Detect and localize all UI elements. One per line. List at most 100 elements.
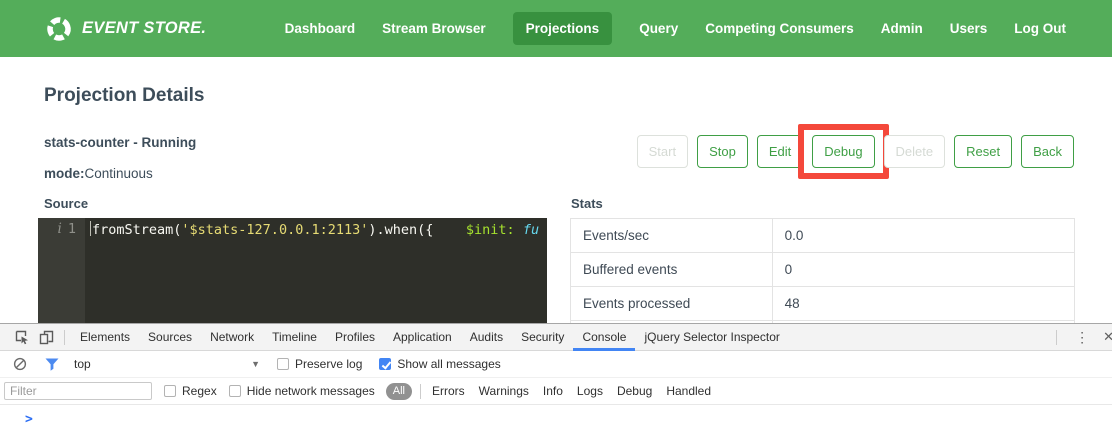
inspect-element-icon[interactable] bbox=[10, 325, 34, 349]
action-buttons: Start Stop Edit Debug Delete Reset Back bbox=[637, 135, 1074, 168]
stat-value: 0 bbox=[772, 253, 1074, 287]
show-all-messages-checkbox[interactable]: Show all messages bbox=[379, 357, 500, 371]
source-section: Source i 1 fromStream('$stats-127.0.0.1:… bbox=[38, 196, 547, 323]
nav-item-users[interactable]: Users bbox=[950, 21, 988, 36]
tab-audits[interactable]: Audits bbox=[461, 324, 512, 351]
nav-item-admin[interactable]: Admin bbox=[881, 21, 923, 36]
stat-value: 0.0 bbox=[772, 219, 1074, 253]
stat-value: 48 bbox=[772, 287, 1074, 321]
regex-checkbox[interactable]: Regex bbox=[164, 384, 217, 398]
mode-value: Continuous bbox=[85, 166, 153, 181]
brand[interactable]: EVENT STORE. bbox=[45, 15, 206, 43]
details-columns: Source i 1 fromStream('$stats-127.0.0.1:… bbox=[38, 196, 1075, 323]
nav-item-dashboard[interactable]: Dashboard bbox=[285, 21, 356, 36]
debug-button[interactable]: Debug bbox=[812, 135, 874, 168]
editor-gutter: i 1 bbox=[38, 218, 85, 323]
tab-sources[interactable]: Sources bbox=[139, 324, 201, 351]
source-heading: Source bbox=[44, 196, 547, 211]
nav-item-competing-consumers[interactable]: Competing Consumers bbox=[705, 21, 854, 36]
prompt-chevron-icon: > bbox=[25, 412, 33, 427]
stat-label: Buffered events bbox=[571, 253, 773, 287]
page-title: Projection Details bbox=[44, 85, 1112, 107]
tab-security[interactable]: Security bbox=[512, 324, 573, 351]
eventstore-logo-icon bbox=[45, 15, 73, 43]
debug-highlight-annotation: Debug bbox=[798, 124, 888, 179]
tab-timeline[interactable]: Timeline bbox=[263, 324, 326, 351]
devtools-menu-icon[interactable]: ⋮ bbox=[1065, 329, 1099, 346]
hide-network-messages-checkbox[interactable]: Hide network messages bbox=[229, 384, 375, 398]
tab-profiles[interactable]: Profiles bbox=[326, 324, 384, 351]
tab-elements[interactable]: Elements bbox=[71, 324, 139, 351]
filter-input[interactable] bbox=[4, 382, 152, 400]
top-navbar: EVENT STORE. Dashboard Stream Browser Pr… bbox=[0, 0, 1112, 57]
divider bbox=[64, 330, 65, 345]
projection-details-page: Projection Details Start Stop Edit Debug… bbox=[0, 57, 1112, 323]
regex-label: Regex bbox=[182, 384, 217, 398]
edit-button[interactable]: Edit bbox=[757, 135, 803, 168]
console-filter-bar: Regex Hide network messages All Errors W… bbox=[0, 378, 1112, 405]
close-icon[interactable]: ✕ bbox=[1101, 329, 1112, 345]
brand-text: EVENT STORE. bbox=[82, 19, 206, 38]
line-number: 1 bbox=[68, 221, 76, 323]
checkbox-unchecked-icon bbox=[229, 385, 241, 397]
code-segment-string: '$stats-127.0.0.1:2113' bbox=[181, 222, 368, 238]
stats-heading: Stats bbox=[571, 196, 1075, 211]
filter-level-info[interactable]: Info bbox=[543, 384, 563, 398]
filter-level-handled[interactable]: Handled bbox=[666, 384, 711, 398]
tab-network[interactable]: Network bbox=[201, 324, 263, 351]
stat-label: Events processed bbox=[571, 287, 773, 321]
code-segment-function: fu bbox=[523, 222, 539, 238]
back-button[interactable]: Back bbox=[1021, 135, 1074, 168]
console-toolbar: top ▼ Preserve log Show all messages bbox=[0, 351, 1112, 378]
filter-level-warnings[interactable]: Warnings bbox=[479, 384, 529, 398]
tab-jquery-selector-inspector[interactable]: jQuery Selector Inspector bbox=[635, 324, 788, 351]
show-all-messages-label: Show all messages bbox=[397, 357, 500, 371]
filter-icon[interactable] bbox=[40, 352, 64, 376]
nav-item-stream-browser[interactable]: Stream Browser bbox=[382, 21, 486, 36]
code-segment bbox=[433, 222, 466, 238]
checkbox-unchecked-icon bbox=[277, 358, 289, 370]
execution-context-selector[interactable]: top ▼ bbox=[74, 357, 260, 371]
code-segment bbox=[515, 222, 523, 238]
info-annotation-icon[interactable]: i bbox=[58, 221, 62, 323]
console-prompt[interactable]: > bbox=[0, 405, 1112, 440]
filter-level-debug[interactable]: Debug bbox=[617, 384, 652, 398]
chevron-down-icon: ▼ bbox=[251, 359, 260, 369]
stat-label: Events/sec bbox=[571, 219, 773, 253]
stats-table: Events/sec 0.0 Buffered events 0 Events … bbox=[570, 218, 1075, 323]
table-row: Events/sec 0.0 bbox=[571, 219, 1075, 253]
checkbox-checked-icon bbox=[379, 358, 391, 370]
delete-button: Delete bbox=[884, 135, 946, 168]
filter-level-logs[interactable]: Logs bbox=[577, 384, 603, 398]
code-segment: fromStream( bbox=[92, 222, 181, 238]
stop-button[interactable]: Stop bbox=[697, 135, 748, 168]
mode-label: mode: bbox=[44, 166, 85, 181]
filter-all-badge[interactable]: All bbox=[386, 383, 412, 400]
table-row: Buffered events 0 bbox=[571, 253, 1075, 287]
page: EVENT STORE. Dashboard Stream Browser Pr… bbox=[0, 0, 1112, 440]
nav-item-query[interactable]: Query bbox=[639, 21, 678, 36]
table-row: Events processed 48 bbox=[571, 287, 1075, 321]
nav-item-projections[interactable]: Projections bbox=[513, 12, 613, 45]
start-button: Start bbox=[637, 135, 688, 168]
main-nav: Dashboard Stream Browser Projections Que… bbox=[285, 12, 1066, 45]
devtools-panel: Elements Sources Network Timeline Profil… bbox=[0, 323, 1112, 440]
code-segment-init: $init: bbox=[466, 222, 515, 238]
device-toolbar-icon[interactable] bbox=[34, 325, 58, 349]
filter-level-errors[interactable]: Errors bbox=[432, 384, 465, 398]
tabbar-right-controls: ⋮ ✕ bbox=[1050, 329, 1112, 346]
projection-mode: mode:Continuous bbox=[44, 166, 1112, 181]
tab-application[interactable]: Application bbox=[384, 324, 461, 351]
code-segment: ).when({ bbox=[368, 222, 433, 238]
reset-button[interactable]: Reset bbox=[954, 135, 1012, 168]
clear-console-icon[interactable] bbox=[8, 352, 32, 376]
divider bbox=[1056, 330, 1057, 345]
editor-cursor bbox=[90, 221, 91, 236]
stats-section: Stats Events/sec 0.0 Buffered events 0 E… bbox=[570, 196, 1075, 323]
divider bbox=[420, 384, 421, 399]
preserve-log-checkbox[interactable]: Preserve log bbox=[277, 357, 362, 371]
code-editor[interactable]: i 1 fromStream('$stats-127.0.0.1:2113').… bbox=[38, 218, 547, 323]
checkbox-unchecked-icon bbox=[164, 385, 176, 397]
tab-console[interactable]: Console bbox=[573, 324, 635, 351]
nav-item-logout[interactable]: Log Out bbox=[1014, 21, 1066, 36]
